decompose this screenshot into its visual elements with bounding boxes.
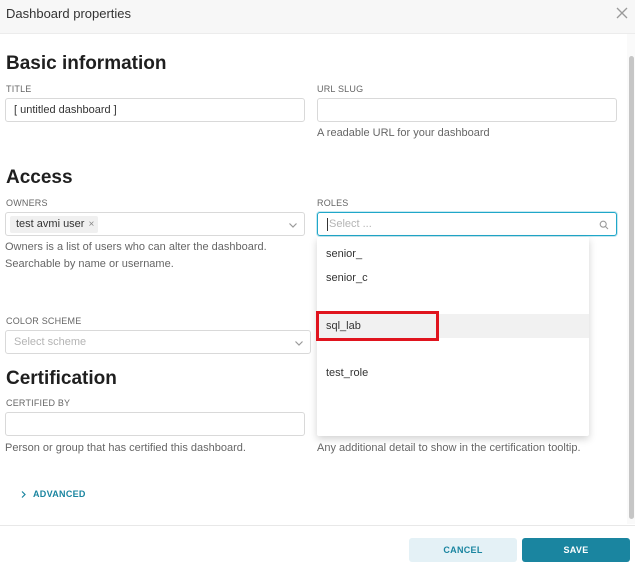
url-slug-label: URL SLUG [317,84,364,94]
certification-heading: Certification [6,368,117,389]
certified-by-input[interactable] [5,412,305,436]
color-scheme-placeholder: Select scheme [14,336,87,348]
dashboard-properties-modal: Dashboard properties Basic information T… [0,0,635,571]
basic-information-heading: Basic information [6,53,167,74]
scrollbar-thumb[interactable] [629,56,634,519]
title-label: TITLE [6,84,32,94]
dropdown-option[interactable]: senior_ [317,242,589,266]
url-slug-helper: A readable URL for your dashboard [317,127,490,139]
save-button[interactable]: SAVE [522,538,630,562]
dropdown-option-active[interactable]: sql_lab [317,314,589,338]
color-scheme-label: COLOR SCHEME [6,316,82,326]
roles-label: ROLES [317,198,349,208]
roles-placeholder: Select ... [329,218,372,230]
url-slug-input[interactable] [317,98,617,122]
certification-details-helper: Any additional detail to show in the cer… [317,442,581,454]
owners-label: OWNERS [6,198,48,208]
roles-select[interactable]: Select ... [317,212,617,236]
modal-header: Dashboard properties [0,0,635,34]
title-input[interactable] [5,98,305,122]
owners-helper-line-2: Searchable by name or username. [5,258,174,270]
dropdown-option[interactable]: test_role [317,361,589,385]
modal-title: Dashboard properties [6,6,132,21]
text-cursor [327,218,328,231]
certified-by-helper: Person or group that has certified this … [5,442,246,454]
remove-tag-icon[interactable]: × [88,216,94,233]
roles-dropdown: senior_ senior_c sql_lab test_role [317,237,589,436]
search-icon [599,220,609,230]
certified-by-label: CERTIFIED BY [6,398,71,408]
owner-tag-label: test avmi user [16,218,85,230]
chevron-down-icon[interactable] [288,220,298,230]
owner-tag: test avmi user × [10,216,99,233]
footer-divider [0,525,635,526]
chevron-down-icon[interactable] [294,338,304,348]
owners-select[interactable]: test avmi user × [5,212,305,236]
dropdown-option[interactable]: senior_c [317,266,589,290]
cancel-button[interactable]: CANCEL [409,538,517,562]
close-icon[interactable] [615,6,629,20]
owners-helper-line-1: Owners is a list of users who can alter … [5,241,267,253]
advanced-label: ADVANCED [33,489,86,499]
chevron-right-icon [21,490,26,498]
color-scheme-select[interactable]: Select scheme [5,330,311,354]
access-heading: Access [6,167,73,188]
advanced-toggle[interactable]: ADVANCED [20,489,86,499]
